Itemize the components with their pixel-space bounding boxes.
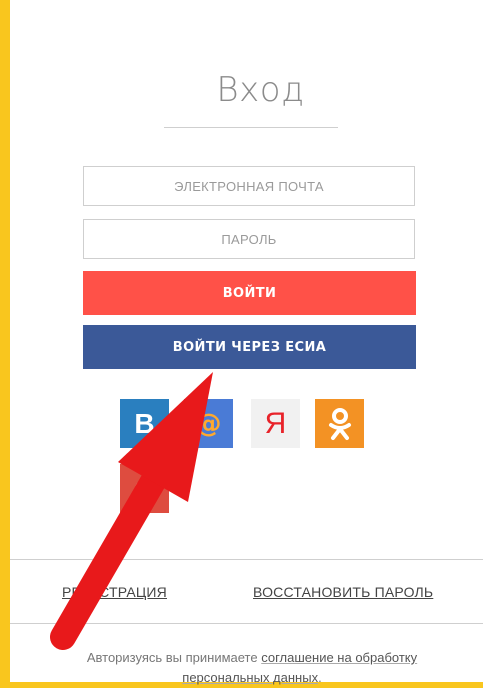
esia-login-button[interactable]: ВОЙТИ ЧЕРЕЗ ЕСИА	[83, 325, 416, 369]
password-field[interactable]	[83, 219, 415, 259]
yandex-login-button[interactable]: Я	[251, 399, 300, 448]
divider-bottom	[10, 623, 483, 624]
login-button[interactable]: ВОЙТИ	[83, 271, 416, 315]
login-card: Вход ВОЙТИ ВОЙТИ ЧЕРЕЗ ЕСИА В @ Я РЕГИСТ…	[10, 0, 483, 685]
google-icon	[134, 478, 155, 499]
title-underline	[164, 127, 338, 128]
google-login-button[interactable]	[120, 464, 169, 513]
vk-login-button[interactable]: В	[120, 399, 169, 448]
vk-icon: В	[134, 407, 155, 439]
yandex-icon: Я	[264, 406, 287, 440]
mailru-icon: @	[195, 408, 222, 439]
agreement-prefix: Авторизуясь вы принимаете	[86, 650, 262, 665]
agreement-suffix: .	[318, 670, 322, 685]
agreement-text: Авторизуясь вы принимаете соглашение на …	[72, 648, 432, 688]
restore-password-link[interactable]: ВОССТАНОВИТЬ ПАРОЛЬ	[253, 584, 433, 600]
odnoklassniki-login-button[interactable]	[315, 399, 364, 448]
register-link[interactable]: РЕГИСТРАЦИЯ	[62, 584, 167, 600]
email-field[interactable]	[83, 166, 415, 206]
odnoklassniki-icon	[328, 407, 351, 440]
page-title: Вход	[216, 70, 305, 110]
mailru-login-button[interactable]: @	[184, 399, 233, 448]
divider-top	[10, 559, 483, 560]
